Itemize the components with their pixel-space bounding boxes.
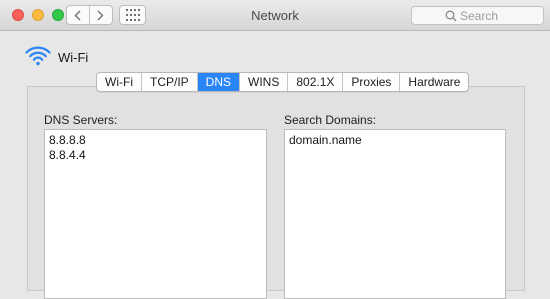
tab-bar: Wi-Fi TCP/IP DNS WINS 802.1X Proxies Har… xyxy=(96,72,470,92)
tab-wifi[interactable]: Wi-Fi xyxy=(97,73,142,91)
tab-proxies[interactable]: Proxies xyxy=(343,73,401,91)
wifi-icon xyxy=(25,46,51,66)
tab-dns[interactable]: DNS xyxy=(197,73,240,91)
tab-tcp-ip[interactable]: TCP/IP xyxy=(142,73,198,91)
search-domains-label: Search Domains: xyxy=(284,113,377,127)
tab-hardware[interactable]: Hardware xyxy=(400,73,468,91)
dns-servers-label: DNS Servers: xyxy=(44,113,118,127)
dns-server-entry[interactable]: 8.8.4.4 xyxy=(45,148,266,163)
interface-name: Wi-Fi xyxy=(58,50,89,65)
search-domains-list[interactable]: domain.name xyxy=(284,129,506,299)
search-domain-entry[interactable]: domain.name xyxy=(285,133,505,148)
dns-server-entry[interactable]: 8.8.8.8 xyxy=(45,133,266,148)
search-placeholder: Search xyxy=(460,9,499,23)
tab-wins[interactable]: WINS xyxy=(240,73,289,91)
dns-servers-list[interactable]: 8.8.8.8 8.8.4.4 xyxy=(44,129,267,299)
tab-802-1x[interactable]: 802.1X xyxy=(288,73,344,91)
title-bar: Network Search xyxy=(0,0,550,31)
search-field[interactable]: Search xyxy=(411,6,544,25)
search-icon xyxy=(445,10,457,22)
